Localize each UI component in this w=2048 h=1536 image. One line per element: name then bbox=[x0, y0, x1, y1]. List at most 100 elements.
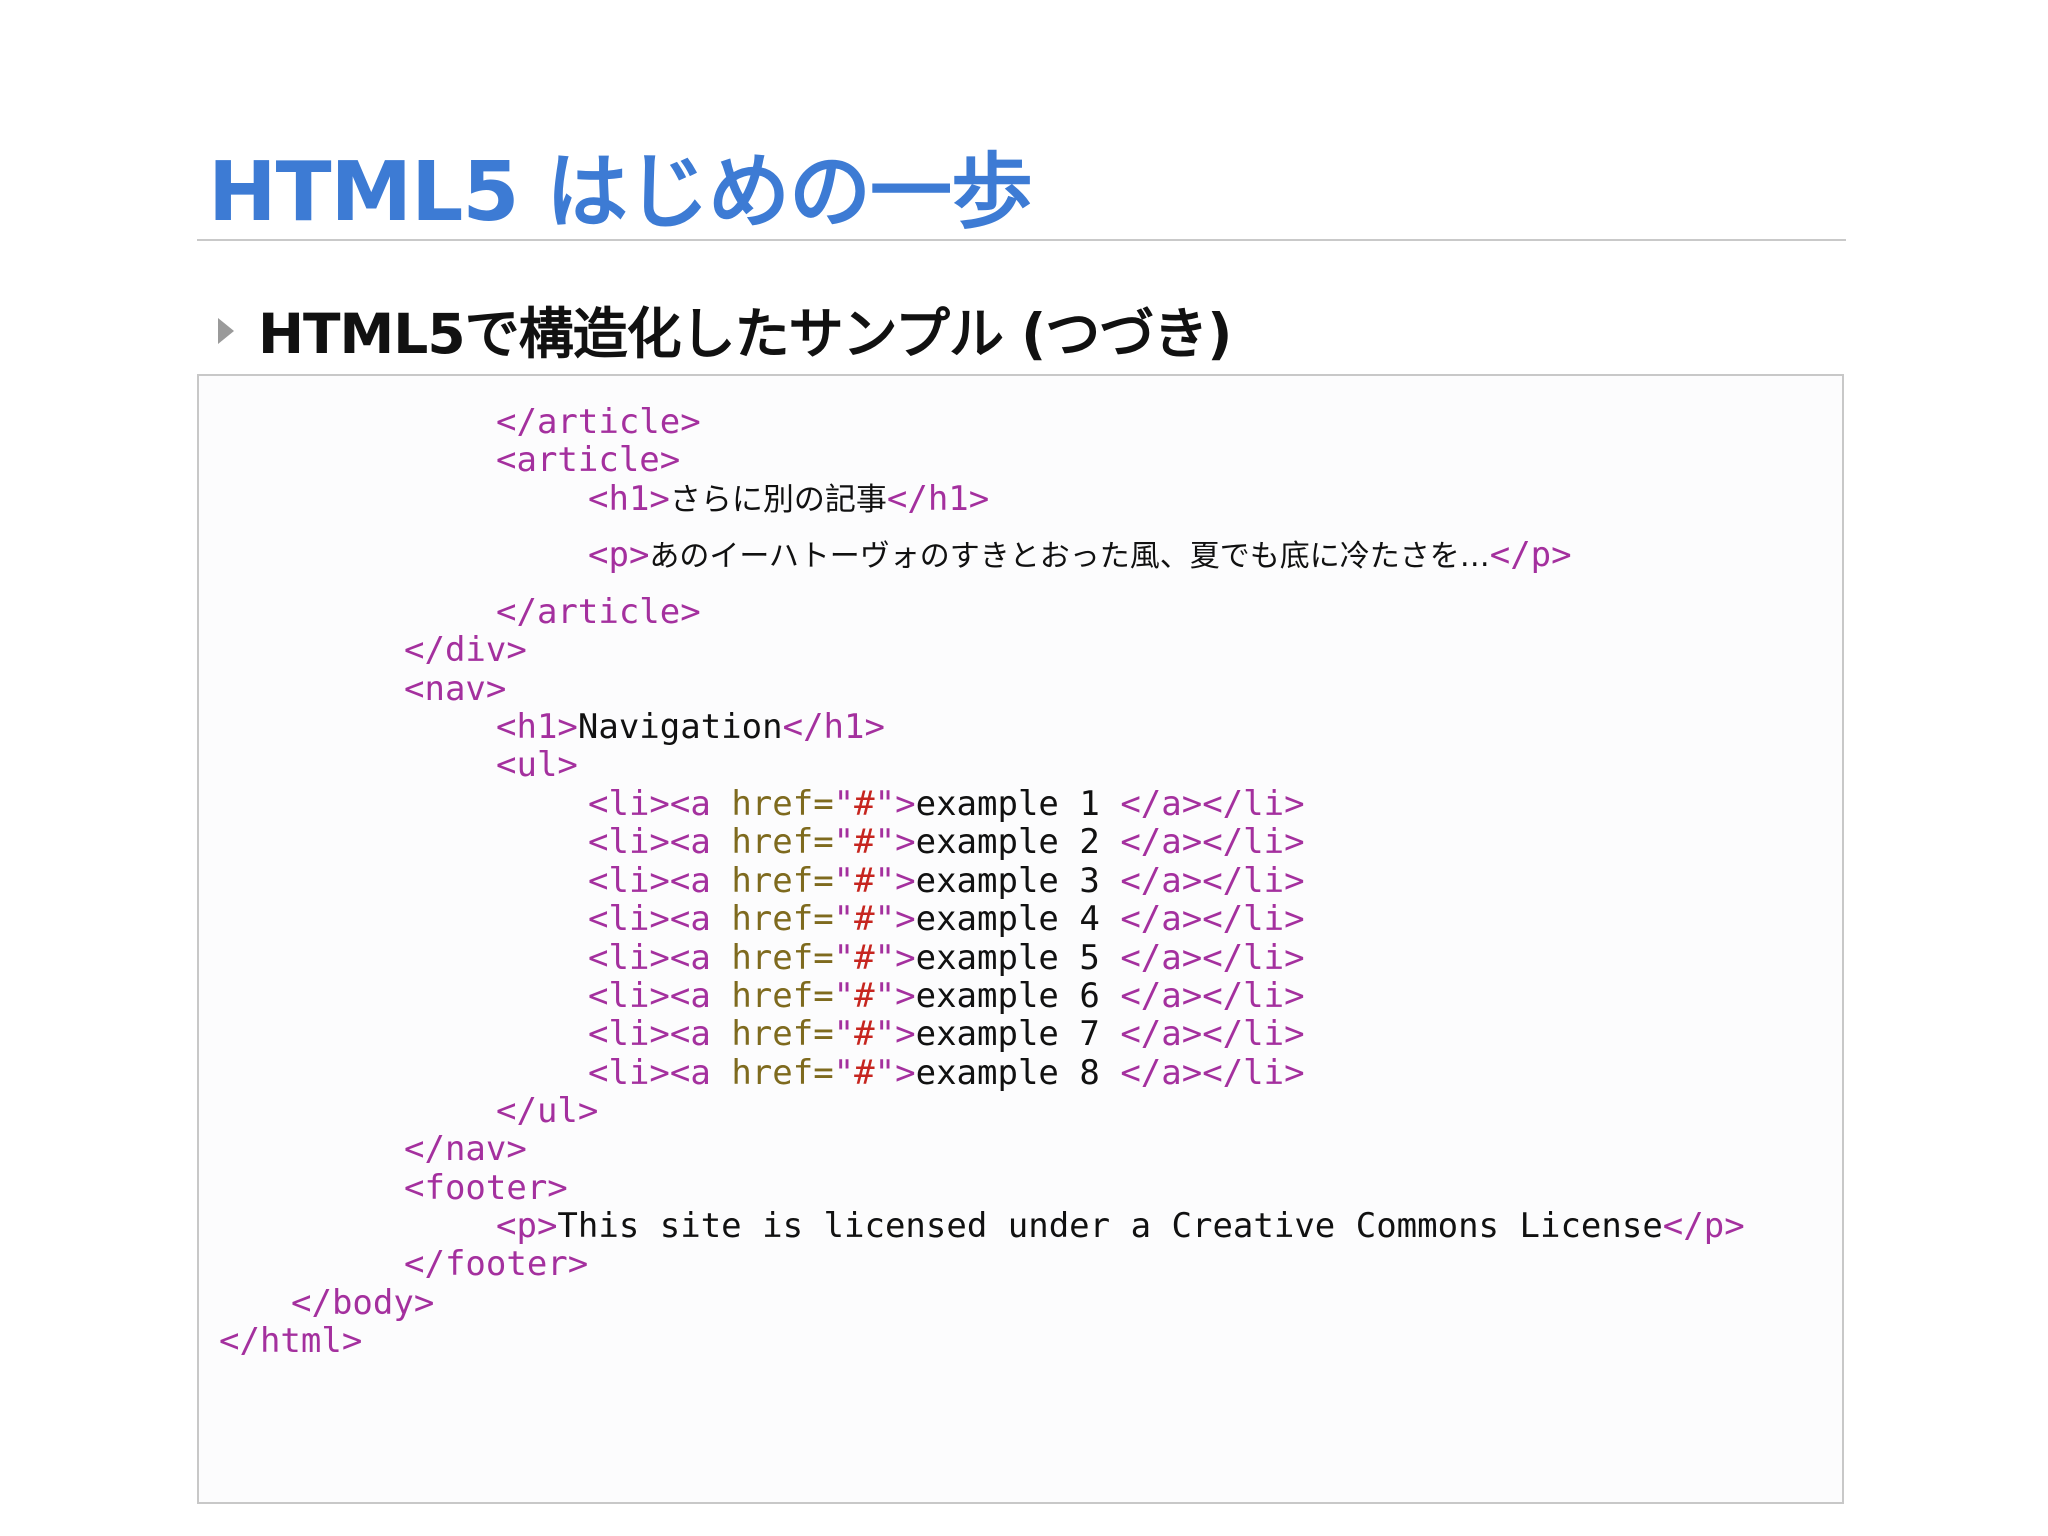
code-tag: > bbox=[895, 861, 916, 901]
code-tag: </a></li> bbox=[1120, 861, 1305, 901]
code-tag: </a></li> bbox=[1120, 976, 1305, 1016]
code-line: </body> bbox=[291, 1284, 434, 1322]
code-attr: href= bbox=[731, 976, 834, 1016]
code-text: example 2 bbox=[915, 822, 1121, 862]
list-item-code-line: <li><a href="#">example 7 </a></li> bbox=[588, 1015, 1305, 1053]
code-tag: <li><a bbox=[588, 861, 711, 901]
list-item-code-line: <li><a href="#">example 4 </a></li> bbox=[588, 900, 1305, 938]
code-tag: " bbox=[833, 976, 855, 1016]
list-item-code-line: <li><a href="#">example 5 </a></li> bbox=[588, 939, 1305, 977]
code-tag: </a></li> bbox=[1120, 1053, 1305, 1093]
code-tag: " bbox=[874, 976, 896, 1016]
code-text: example 6 bbox=[915, 976, 1121, 1016]
code-line: </article> bbox=[496, 593, 701, 631]
code-tag: > bbox=[895, 938, 916, 978]
code-tag: " bbox=[833, 899, 855, 939]
code-attr: href= bbox=[731, 861, 834, 901]
code-tag: > bbox=[895, 822, 916, 862]
list-item-code-line: <li><a href="#">example 1 </a></li> bbox=[588, 785, 1305, 823]
code-tag: <li><a bbox=[588, 1053, 711, 1093]
code-block: </article> <article> <h1>さらに別の記事</h1> <p… bbox=[197, 374, 1844, 1504]
code-tag: </a></li> bbox=[1120, 822, 1305, 862]
code-line: </footer> bbox=[404, 1245, 588, 1283]
code-line: </article> bbox=[496, 403, 701, 441]
code-string: # bbox=[854, 1014, 875, 1054]
code-tag: " bbox=[874, 784, 896, 824]
code-string: # bbox=[854, 861, 875, 901]
code-attr: href= bbox=[731, 938, 834, 978]
code-tag: </p> bbox=[1489, 535, 1572, 575]
code-tag: " bbox=[874, 822, 896, 862]
code-tag: <nav> bbox=[404, 669, 507, 709]
code-attr: href= bbox=[731, 899, 834, 939]
slide-subtitle: HTML5で構造化したサンプル (つづき) bbox=[258, 302, 1232, 366]
code-tag: <li><a bbox=[588, 822, 711, 862]
code-text: example 5 bbox=[915, 938, 1121, 978]
code-tag: </div> bbox=[404, 630, 527, 670]
code-text: example 4 bbox=[915, 899, 1121, 939]
code-text: example 8 bbox=[915, 1053, 1121, 1093]
code-tag: </article> bbox=[496, 592, 701, 632]
code-tag: " bbox=[833, 1053, 855, 1093]
code-text: example 1 bbox=[915, 784, 1121, 824]
code-tag: > bbox=[895, 1014, 916, 1054]
code-tag: <p> bbox=[496, 1206, 558, 1246]
code-tag: " bbox=[874, 899, 896, 939]
code-tag: <li><a bbox=[588, 976, 711, 1016]
code-tag: " bbox=[833, 784, 855, 824]
triangle-bullet-icon bbox=[218, 318, 234, 344]
code-string: # bbox=[854, 822, 875, 862]
code-tag: " bbox=[833, 938, 855, 978]
code-tag: </p> bbox=[1662, 1206, 1745, 1246]
code-tag: " bbox=[833, 822, 855, 862]
code-tag: </a></li> bbox=[1120, 784, 1305, 824]
code-tag: " bbox=[874, 861, 896, 901]
code-tag: > bbox=[895, 976, 916, 1016]
code-tag: <p> bbox=[588, 535, 650, 575]
code-tag: </a></li> bbox=[1120, 1014, 1305, 1054]
code-tag: " bbox=[833, 1014, 855, 1054]
slide-title: HTML5 はじめの一歩 bbox=[208, 145, 1033, 240]
code-attr: href= bbox=[731, 822, 834, 862]
code-string: # bbox=[854, 938, 875, 978]
code-tag: > bbox=[895, 899, 916, 939]
code-attr: href= bbox=[731, 1014, 834, 1054]
code-text: example 3 bbox=[915, 861, 1121, 901]
code-text: example 7 bbox=[915, 1014, 1121, 1054]
code-tag: </a></li> bbox=[1120, 938, 1305, 978]
code-line: </div> bbox=[404, 631, 527, 669]
code-tag: " bbox=[833, 861, 855, 901]
code-line: <ul> bbox=[496, 746, 578, 784]
code-tag: " bbox=[874, 1053, 896, 1093]
code-tag: </nav> bbox=[404, 1129, 527, 1169]
list-item-code-line: <li><a href="#">example 2 </a></li> bbox=[588, 823, 1305, 861]
code-line: <p>あのイーハトーヴォのすきとおった風、夏でも底に冷たさを…</p> bbox=[588, 536, 1572, 576]
code-line: <article> bbox=[496, 441, 680, 479]
code-tag: </html> bbox=[219, 1321, 363, 1361]
code-tag: <li><a bbox=[588, 899, 711, 939]
code-text: This site is licensed under a Creative C… bbox=[557, 1206, 1663, 1246]
title-divider bbox=[197, 239, 1846, 241]
code-string: # bbox=[854, 784, 875, 824]
code-tag: " bbox=[874, 938, 896, 978]
code-tag: <article> bbox=[496, 440, 681, 480]
code-tag: <li><a bbox=[588, 784, 711, 824]
code-line: <footer> bbox=[404, 1169, 568, 1207]
code-tag: <h1> bbox=[588, 479, 670, 519]
code-tag: > bbox=[895, 784, 916, 824]
code-attr: href= bbox=[731, 784, 834, 824]
code-tag: </ul> bbox=[496, 1091, 599, 1131]
code-tag: <ul> bbox=[496, 745, 578, 785]
code-line: <p>This site is licensed under a Creativ… bbox=[496, 1207, 1745, 1245]
code-tag: > bbox=[895, 1053, 916, 1093]
code-line: <nav> bbox=[404, 670, 506, 708]
list-item-code-line: <li><a href="#">example 8 </a></li> bbox=[588, 1054, 1305, 1092]
